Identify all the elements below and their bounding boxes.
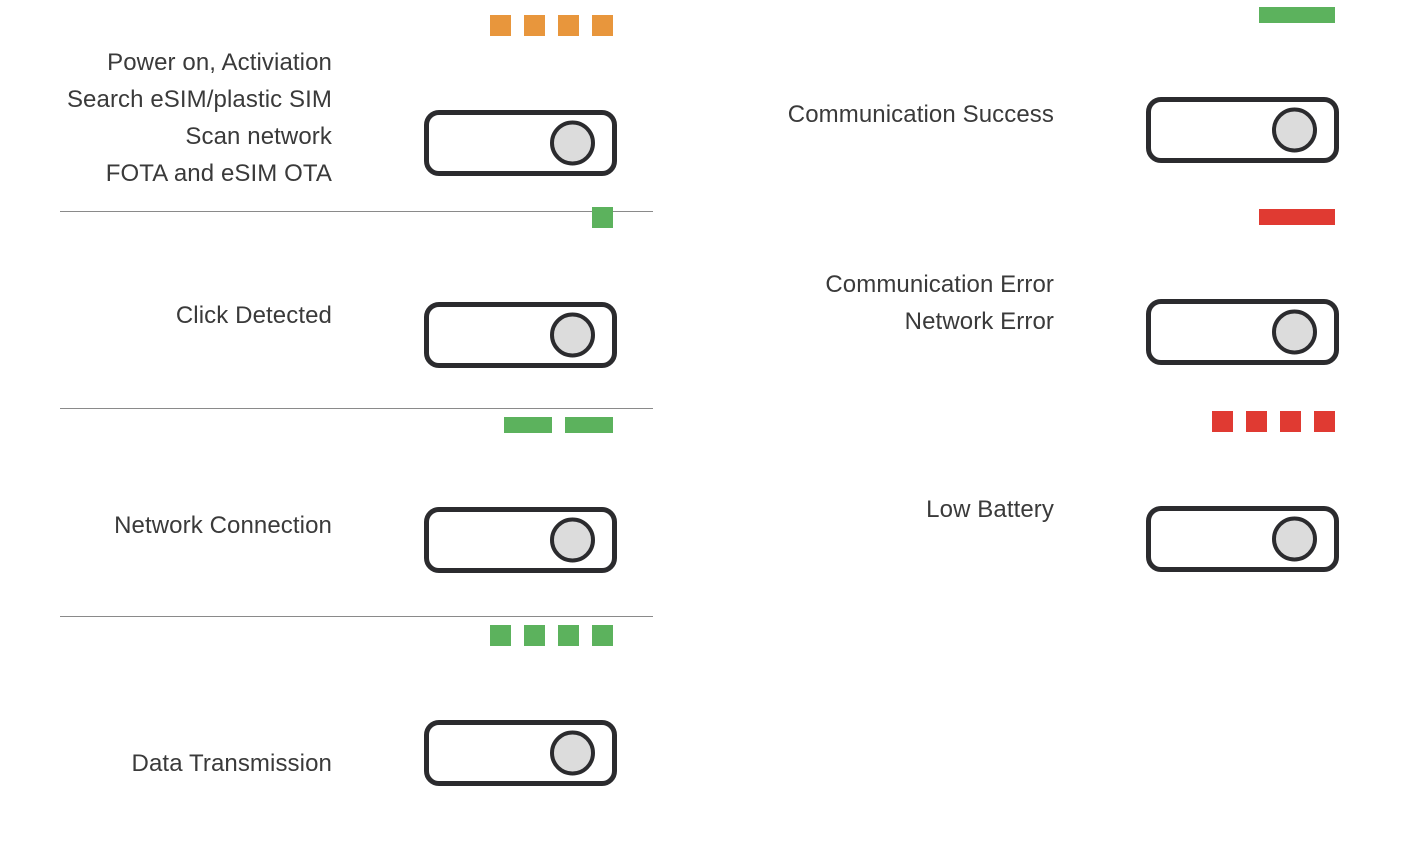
label-line: Communication Error xyxy=(825,271,1054,298)
led-status-legend: Power on, Activiation Search eSIM/plasti… xyxy=(0,0,1402,856)
device-body xyxy=(424,720,617,786)
label-line: Communication Success xyxy=(787,101,1054,128)
led-indicator-red xyxy=(1259,209,1335,225)
section-divider xyxy=(60,616,653,617)
led-indicator-green xyxy=(504,417,552,433)
led-indicator-green xyxy=(558,625,579,646)
device-body xyxy=(1146,97,1339,163)
led-indicator-green xyxy=(490,625,511,646)
device-button xyxy=(1272,516,1317,562)
led-indicator-orange xyxy=(524,15,545,36)
status-label-network-connection: Network Connection xyxy=(114,507,332,544)
led-indicator-red xyxy=(1314,411,1335,432)
section-divider xyxy=(60,408,653,409)
device-button xyxy=(550,730,595,776)
status-label-click-detected: Click Detected xyxy=(176,297,332,334)
led-indicator-group xyxy=(1259,203,1335,225)
led-indicator-group xyxy=(490,624,613,646)
led-indicator-orange xyxy=(592,15,613,36)
device-body xyxy=(1146,506,1339,572)
device-button xyxy=(1272,107,1317,153)
status-label-communication-success: Communication Success xyxy=(788,96,1054,133)
device-body xyxy=(424,110,617,176)
led-indicator-group xyxy=(592,206,613,228)
led-indicator-red xyxy=(1246,411,1267,432)
led-indicator-green xyxy=(592,625,613,646)
label-line: Network Connection xyxy=(114,512,332,539)
label-line: Scan network xyxy=(185,123,332,150)
label-line: Network Error xyxy=(904,308,1054,335)
section-divider xyxy=(60,211,653,212)
led-indicator-group xyxy=(1212,410,1335,432)
label-line: Power on, Activiation xyxy=(107,49,332,76)
led-indicator-red xyxy=(1280,411,1301,432)
led-indicator-green xyxy=(524,625,545,646)
led-indicator-green xyxy=(565,417,613,433)
device-body xyxy=(424,302,617,368)
led-indicator-group xyxy=(504,411,613,433)
label-line: Search eSIM/plastic SIM xyxy=(66,86,332,113)
led-indicator-orange xyxy=(558,15,579,36)
device-body xyxy=(1146,299,1339,365)
led-indicator-orange xyxy=(490,15,511,36)
led-indicator-group xyxy=(1259,1,1335,23)
device-button xyxy=(1272,309,1317,355)
label-line: Low Battery xyxy=(926,496,1054,523)
led-indicator-red xyxy=(1212,411,1233,432)
led-indicator-group xyxy=(490,14,613,36)
label-line: FOTA and eSIM OTA xyxy=(105,160,332,187)
device-body xyxy=(424,507,617,573)
led-indicator-green xyxy=(592,207,613,228)
label-line: Data Transmission xyxy=(131,750,332,777)
device-button xyxy=(550,517,595,563)
device-button xyxy=(550,120,595,166)
device-button xyxy=(550,312,595,358)
status-label-communication-error: Communication Error Network Error xyxy=(825,266,1054,340)
led-indicator-green xyxy=(1259,7,1335,23)
status-label-data-transmission: Data Transmission xyxy=(132,745,332,782)
status-label-power-on: Power on, Activiation Search eSIM/plasti… xyxy=(67,44,332,192)
status-label-low-battery: Low Battery xyxy=(926,491,1054,528)
label-line: Click Detected xyxy=(175,302,332,329)
